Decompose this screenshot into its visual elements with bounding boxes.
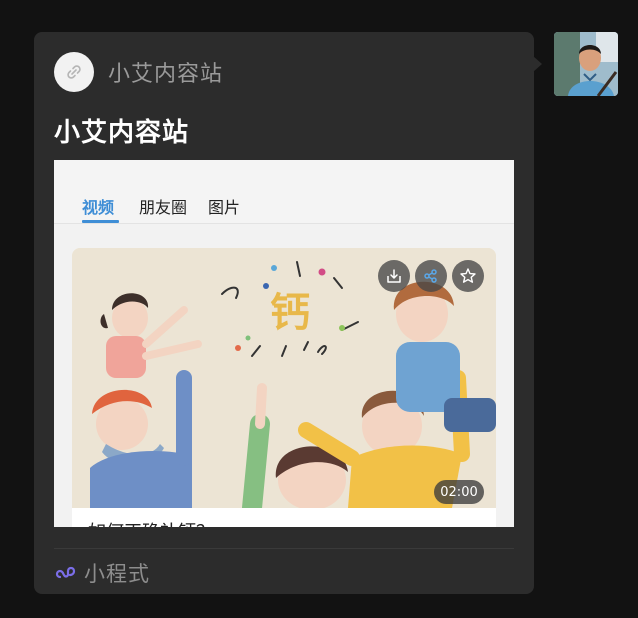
video-thumbnail[interactable]: 钙 02:00: [72, 248, 496, 518]
video-duration: 02:00: [434, 480, 484, 504]
video-title: 如何正确补钙？: [88, 518, 214, 527]
download-icon: [387, 269, 401, 283]
tab-moments[interactable]: 朋友圈: [139, 194, 187, 218]
download-button[interactable]: [378, 260, 410, 292]
miniprogram-header: 小艾内容站: [54, 52, 223, 92]
preview-tab-bar: 视频 朋友圈 图片: [54, 160, 514, 224]
card-footer: 小程式: [54, 559, 150, 587]
miniprogram-label: 小程式: [84, 562, 150, 586]
favorite-button[interactable]: [452, 260, 484, 292]
miniprogram-card[interactable]: 小艾内容站 小艾内容站 视频 朋友圈 图片 钙 02:00 小程式: [34, 32, 534, 594]
chat-area: 小艾内容站 小艾内容站 视频 朋友圈 图片 钙 02:00 小程式: [0, 0, 638, 618]
avatar-photo: [554, 32, 618, 96]
miniprogram-name: 小艾内容站: [108, 62, 224, 87]
sender-avatar[interactable]: [554, 32, 618, 96]
tab-active-indicator: [82, 220, 119, 223]
tab-video[interactable]: 视频: [82, 194, 114, 218]
tab-images[interactable]: 图片: [208, 194, 240, 218]
bubble-tail: [533, 56, 542, 72]
share-button[interactable]: [415, 260, 447, 292]
share-icon: [424, 269, 437, 283]
star-icon: [460, 268, 476, 283]
card-title: 小艾内容站: [54, 118, 190, 148]
link-icon: [67, 65, 81, 79]
video-card[interactable]: 钙 02:00: [72, 248, 496, 527]
thumb-calcium-text: 钙: [270, 290, 310, 336]
miniprogram-icon: [55, 566, 76, 579]
miniprogram-logo: [54, 52, 94, 92]
miniprogram-preview[interactable]: 视频 朋友圈 图片 钙 02:00: [54, 160, 514, 527]
card-divider: [54, 548, 514, 549]
